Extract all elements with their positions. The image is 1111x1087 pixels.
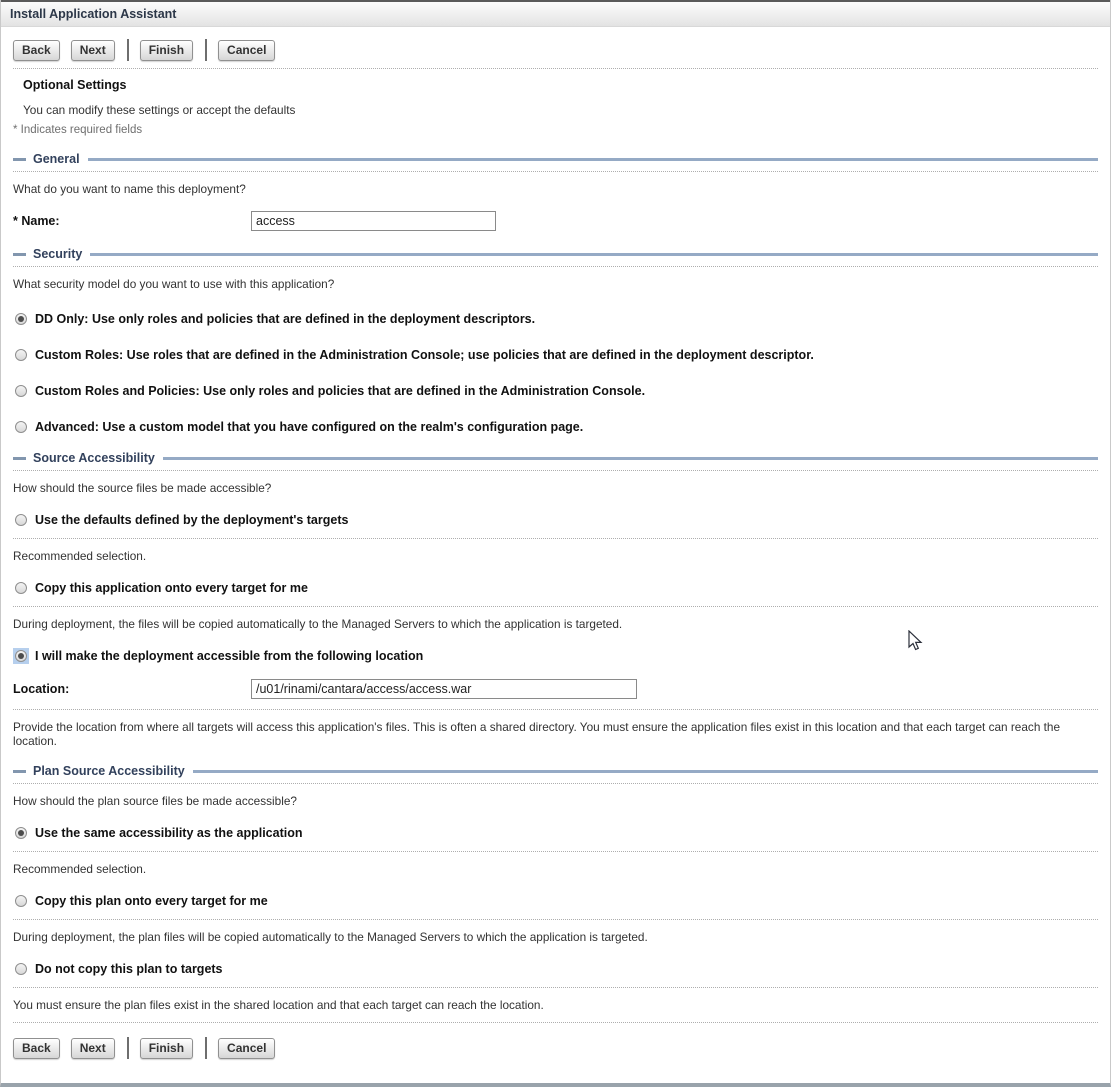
bottom-toolbar: Back Next Finish Cancel	[13, 1037, 1098, 1059]
toolbar-divider	[127, 1037, 129, 1059]
copy-plan-note: During deployment, the plan files will b…	[13, 930, 1098, 944]
radio-option-copy-application[interactable]: Copy this application onto every target …	[13, 580, 1098, 596]
copy-application-note: During deployment, the files will be cop…	[13, 617, 1098, 631]
plan-question: How should the plan source files be made…	[13, 794, 1098, 808]
dotted-divider	[13, 1022, 1098, 1023]
section-header-general: General	[13, 152, 1098, 166]
section-dash	[13, 457, 26, 460]
dotted-divider	[13, 919, 1098, 920]
dotted-divider	[13, 171, 1098, 172]
radio-label: Copy this plan onto every target for me	[35, 894, 268, 908]
back-button[interactable]: Back	[13, 1038, 60, 1059]
cancel-button[interactable]: Cancel	[218, 40, 275, 61]
section-rule	[193, 770, 1098, 773]
location-input[interactable]	[251, 679, 637, 699]
cancel-button[interactable]: Cancel	[218, 1038, 275, 1059]
radio-label: Do not copy this plan to targets	[35, 962, 223, 976]
toolbar-divider	[205, 1037, 207, 1059]
section-dash	[13, 253, 26, 256]
name-label: * Name:	[13, 214, 251, 228]
radio-accessible-location[interactable]	[13, 648, 29, 664]
radio-custom-roles[interactable]	[13, 347, 29, 363]
section-title: Security	[33, 247, 82, 261]
toolbar-divider	[127, 39, 129, 61]
radio-no-copy-plan[interactable]	[13, 961, 29, 977]
radio-label: Copy this application onto every target …	[35, 581, 308, 595]
radio-advanced[interactable]	[13, 419, 29, 435]
radio-option-dd-only[interactable]: DD Only: Use only roles and policies tha…	[13, 311, 1098, 327]
section-title: General	[33, 152, 80, 166]
section-rule	[88, 158, 1098, 161]
name-form-row: * Name:	[13, 211, 1098, 231]
radio-label: Use the same accessibility as the applic…	[35, 826, 302, 840]
section-title: Plan Source Accessibility	[33, 764, 185, 778]
section-rule	[163, 457, 1098, 460]
radio-same-accessibility[interactable]	[13, 825, 29, 841]
top-toolbar: Back Next Finish Cancel	[13, 39, 1098, 61]
back-button[interactable]: Back	[13, 40, 60, 61]
radio-label: Advanced: Use a custom model that you ha…	[35, 420, 583, 434]
radio-option-same-accessibility[interactable]: Use the same accessibility as the applic…	[13, 825, 1098, 841]
section-dash	[13, 770, 26, 773]
assistant-content: Back Next Finish Cancel Optional Setting…	[1, 39, 1110, 1083]
next-button[interactable]: Next	[71, 1038, 115, 1059]
radio-use-defaults[interactable]	[13, 512, 29, 528]
finish-button[interactable]: Finish	[140, 1038, 193, 1059]
section-dash	[13, 158, 26, 161]
finish-button[interactable]: Finish	[140, 40, 193, 61]
location-note: Provide the location from where all targ…	[13, 720, 1098, 748]
section-rule	[90, 253, 1098, 256]
dotted-divider	[13, 266, 1098, 267]
optional-settings-subheading: You can modify these settings or accept …	[23, 103, 1098, 117]
radio-label: DD Only: Use only roles and policies tha…	[35, 312, 535, 326]
optional-settings-heading: Optional Settings	[23, 78, 1098, 92]
toolbar-divider	[205, 39, 207, 61]
section-header-source-accessibility: Source Accessibility	[13, 451, 1098, 465]
section-header-plan-source-accessibility: Plan Source Accessibility	[13, 764, 1098, 778]
page-title: Install Application Assistant	[1, 0, 1110, 27]
radio-option-no-copy-plan[interactable]: Do not copy this plan to targets	[13, 961, 1098, 977]
radio-option-accessible-location[interactable]: I will make the deployment accessible fr…	[13, 648, 1098, 664]
name-input[interactable]	[251, 211, 496, 231]
radio-label: Use the defaults defined by the deployme…	[35, 513, 348, 527]
radio-custom-roles-policies[interactable]	[13, 383, 29, 399]
dotted-divider	[13, 606, 1098, 607]
radio-option-custom-roles-policies[interactable]: Custom Roles and Policies: Use only role…	[13, 383, 1098, 399]
install-assistant-panel: Install Application Assistant Back Next …	[0, 0, 1111, 1087]
radio-label: Custom Roles and Policies: Use only role…	[35, 384, 645, 398]
security-question: What security model do you want to use w…	[13, 277, 1098, 291]
general-question: What do you want to name this deployment…	[13, 182, 1098, 196]
dotted-divider	[13, 470, 1098, 471]
radio-copy-plan[interactable]	[13, 893, 29, 909]
location-form-row: Location:	[13, 679, 1098, 699]
section-title: Source Accessibility	[33, 451, 155, 465]
radio-option-advanced[interactable]: Advanced: Use a custom model that you ha…	[13, 419, 1098, 435]
next-button[interactable]: Next	[71, 40, 115, 61]
radio-option-use-defaults[interactable]: Use the defaults defined by the deployme…	[13, 512, 1098, 528]
radio-label: I will make the deployment accessible fr…	[35, 649, 423, 663]
recommended-note: Recommended selection.	[13, 549, 1098, 563]
dotted-divider	[13, 709, 1098, 710]
radio-copy-application[interactable]	[13, 580, 29, 596]
plan-recommended-note: Recommended selection.	[13, 862, 1098, 876]
section-header-security: Security	[13, 247, 1098, 261]
required-fields-note: * Indicates required fields	[13, 124, 1098, 136]
dotted-divider	[13, 538, 1098, 539]
radio-option-copy-plan[interactable]: Copy this plan onto every target for me	[13, 893, 1098, 909]
radio-dd-only[interactable]	[13, 311, 29, 327]
dotted-divider	[13, 987, 1098, 988]
dotted-divider	[13, 68, 1098, 69]
dotted-divider	[13, 783, 1098, 784]
no-copy-plan-note: You must ensure the plan files exist in …	[13, 998, 1098, 1012]
source-question: How should the source files be made acce…	[13, 481, 1098, 495]
radio-option-custom-roles[interactable]: Custom Roles: Use roles that are defined…	[13, 347, 1098, 363]
dotted-divider	[13, 851, 1098, 852]
location-label: Location:	[13, 682, 251, 696]
radio-label: Custom Roles: Use roles that are defined…	[35, 348, 814, 362]
